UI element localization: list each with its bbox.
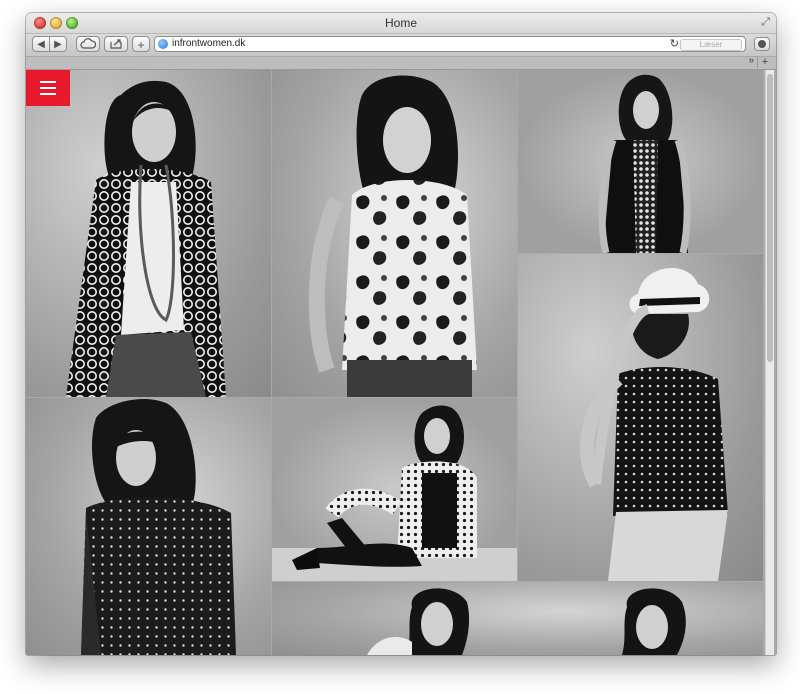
menu-line xyxy=(40,93,56,95)
black-dress-figure xyxy=(598,74,691,253)
share-icon xyxy=(110,39,122,49)
menu-line xyxy=(40,87,56,89)
cardigan-figure xyxy=(66,80,226,397)
floral-blouse-figure xyxy=(308,75,477,397)
bottom-row-figures xyxy=(367,588,686,655)
browser-toolbar: ◀ ▶ + infrontwomen.dk ↻ Læser xyxy=(26,34,776,57)
share-button[interactable] xyxy=(104,36,128,52)
woman-polka-dot-cardigan-photo[interactable] xyxy=(26,70,271,397)
fullscreen-icon[interactable]: ⤢ xyxy=(761,16,770,29)
vertical-scrollbar[interactable] xyxy=(765,70,774,655)
cloud-icon xyxy=(80,38,97,49)
address-bar[interactable]: infrontwomen.dk ↻ Læser xyxy=(154,36,746,52)
seated-figure xyxy=(272,405,517,581)
tab-bar: » + xyxy=(26,55,776,70)
icloud-tabs-button[interactable] xyxy=(76,36,100,52)
woman-black-dress-photo[interactable] xyxy=(518,70,763,253)
tab-overflow-icon[interactable]: » xyxy=(748,55,754,66)
window-title: Home xyxy=(384,16,417,30)
woman-floral-blouse-photo[interactable] xyxy=(272,70,517,397)
new-tab-button[interactable]: + xyxy=(757,56,772,68)
woman-seated-heels-photo[interactable] xyxy=(272,398,517,581)
reader-button[interactable]: Læser xyxy=(680,39,742,51)
women-bottom-row-photo[interactable] xyxy=(272,582,763,655)
page-content xyxy=(26,70,776,655)
hamburger-menu-button[interactable] xyxy=(26,70,70,106)
browser-window: Home ⤢ ◀ ▶ + infrontwomen.dk ↻ Læser » + xyxy=(26,13,776,655)
reload-icon[interactable]: ↻ xyxy=(670,37,679,50)
woman-dotted-shirt-photo[interactable] xyxy=(26,398,271,655)
forward-button[interactable]: ▶ xyxy=(49,36,67,52)
title-bar: Home ⤢ xyxy=(26,13,776,34)
url-text[interactable]: infrontwomen.dk xyxy=(172,38,245,49)
scrollbar-thumb[interactable] xyxy=(767,74,773,362)
downloads-button[interactable] xyxy=(754,37,770,51)
add-bookmark-button[interactable]: + xyxy=(132,36,150,52)
white-hat-figure xyxy=(580,267,728,581)
menu-line xyxy=(40,81,56,83)
download-icon xyxy=(758,40,766,48)
globe-icon xyxy=(158,39,168,49)
dotted-shirt-figure xyxy=(81,398,236,655)
back-button[interactable]: ◀ xyxy=(32,36,50,52)
woman-white-hat-photo[interactable] xyxy=(518,254,763,581)
